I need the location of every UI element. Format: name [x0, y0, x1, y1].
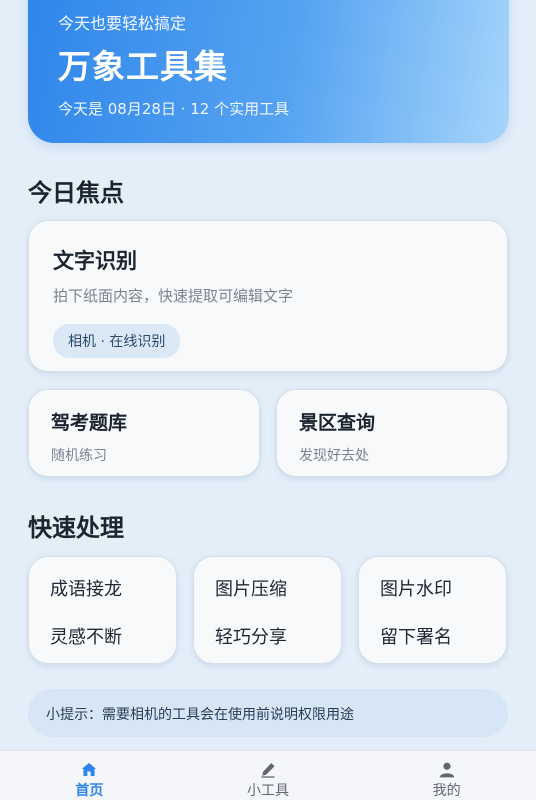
quick-item-title: 成语接龙 — [50, 579, 122, 600]
card-desc: 发现好去处 — [299, 448, 369, 464]
card-title: 景区查询 — [299, 412, 376, 434]
tab-mine[interactable]: 我的 — [357, 751, 536, 800]
home-icon — [82, 762, 97, 777]
feature-tag-chip: 相机 · 在线识别 — [53, 324, 181, 358]
bottom-tab-bar: 首页 小工具 我的 — [0, 750, 536, 800]
tab-home[interactable]: 首页 — [0, 751, 179, 800]
quick-item-image-watermark[interactable]: 图片水印 留下署名 — [358, 556, 507, 664]
quick-item-idiom-chain[interactable]: 成语接龙 灵感不断 — [28, 556, 177, 664]
quick-item-desc: 灵感不断 — [50, 627, 122, 648]
card-scenic-search[interactable]: 景区查询 发现好去处 — [276, 389, 508, 477]
tab-label: 首页 — [75, 783, 104, 799]
quick-item-image-compress[interactable]: 图片压缩 轻巧分享 — [193, 556, 342, 664]
feature-card-ocr[interactable]: 文字识别 拍下纸面内容，快速提取可编辑文字 相机 · 在线识别 — [28, 220, 508, 372]
tip-banner: 小提示：需要相机的工具会在使用前说明权限用途 — [28, 689, 508, 737]
card-driving-quiz[interactable]: 驾考题库 随机练习 — [28, 389, 260, 477]
hero-date-line: 今天是 08月28日 · 12 个实用工具 — [58, 100, 290, 118]
quick-item-title: 图片水印 — [380, 579, 452, 600]
tab-label: 我的 — [432, 783, 461, 799]
app-title: 万象工具集 — [58, 47, 228, 86]
tab-tools[interactable]: 小工具 — [179, 751, 358, 800]
card-title: 驾考题库 — [51, 412, 128, 434]
feature-desc: 拍下纸面内容，快速提取可编辑文字 — [53, 287, 294, 305]
hero-banner: 今天也要轻松搞定 万象工具集 今天是 08月28日 · 12 个实用工具 — [28, 0, 509, 143]
feature-title: 文字识别 — [53, 249, 137, 273]
quick-item-title: 图片压缩 — [215, 579, 287, 600]
quick-item-desc: 轻巧分享 — [215, 627, 287, 648]
card-desc: 随机练习 — [51, 448, 107, 464]
tab-label: 小工具 — [247, 783, 289, 799]
section-title-focus: 今日焦点 — [28, 179, 124, 207]
section-title-quick: 快速处理 — [28, 514, 124, 542]
quick-item-desc: 留下署名 — [380, 627, 452, 648]
hero-subtitle: 今天也要轻松搞定 — [58, 14, 187, 33]
edit-icon — [261, 762, 275, 778]
user-icon — [439, 762, 454, 778]
